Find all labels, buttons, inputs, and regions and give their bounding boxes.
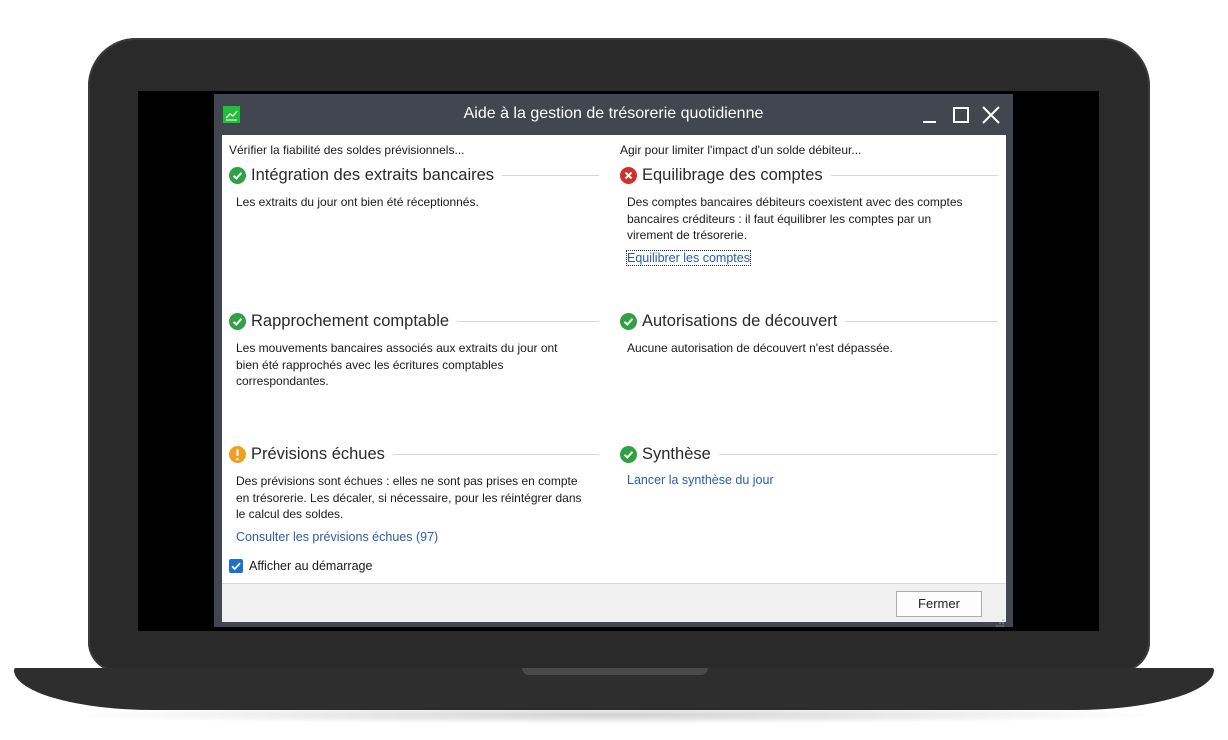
show-at-startup-label: Afficher au démarrage [249, 559, 373, 573]
check-icon [229, 312, 246, 330]
dialog-content: Vérifier la fiabilité des soldes prévisi… [222, 135, 1006, 583]
launch-daily-summary-link[interactable]: Lancer la synthèse du jour [627, 473, 774, 487]
laptop-notch [522, 668, 708, 675]
title-bar[interactable]: Aide à la gestion de trésorerie quotidie… [214, 94, 1013, 135]
divider [830, 174, 998, 176]
section-title: Intégration des extraits bancaires [251, 165, 495, 184]
dialog-window: Aide à la gestion de trésorerie quotidie… [214, 94, 1013, 627]
check-icon [229, 166, 246, 184]
dialog-footer: Fermer [222, 583, 1006, 627]
left-column-heading: Vérifier la fiabilité des soldes prévisi… [229, 143, 465, 157]
divider [502, 174, 599, 176]
section-title: Synthèse [642, 444, 711, 463]
laptop-shadow [60, 706, 1168, 724]
divider [718, 453, 998, 455]
warning-icon [229, 445, 246, 463]
check-icon [620, 445, 637, 463]
divider [457, 320, 599, 322]
section-title: Equilibrage des comptes [642, 165, 823, 184]
balance-accounts-link[interactable]: Equilibrer les comptes [626, 250, 751, 266]
resize-grip-icon[interactable] [996, 612, 1004, 627]
window-title: Aide à la gestion de trésorerie quotidie… [463, 105, 764, 122]
divider [392, 453, 599, 455]
section-title: Autorisations de découvert [642, 311, 838, 330]
divider [845, 320, 998, 322]
section-text: Les extraits du jour ont bien été récept… [236, 195, 479, 209]
close-button[interactable]: Fermer [896, 591, 982, 617]
show-at-startup-option[interactable]: Afficher au démarrage [229, 559, 372, 573]
minimize-icon[interactable] [917, 102, 943, 128]
section-text: Des comptes bancaires débiteurs coexiste… [627, 195, 963, 242]
section-title: Prévisions échues [251, 444, 385, 463]
show-at-startup-checkbox[interactable] [229, 559, 243, 573]
section-text: Aucune autorisation de découvert n'est d… [627, 341, 893, 355]
section-title: Rapprochement comptable [251, 311, 450, 330]
error-icon [620, 166, 637, 184]
section-text: Des prévisions sont échues : elles ne so… [236, 474, 582, 521]
consult-overdue-forecasts-link[interactable]: Consulter les prévisions échues (97) [236, 530, 438, 544]
section-text: Les mouvements bancaires associés aux ex… [236, 341, 558, 388]
close-icon[interactable] [978, 102, 1004, 128]
check-icon [620, 312, 637, 330]
right-column-heading: Agir pour limiter l'impact d'un solde dé… [620, 143, 862, 157]
maximize-icon[interactable] [948, 102, 974, 128]
